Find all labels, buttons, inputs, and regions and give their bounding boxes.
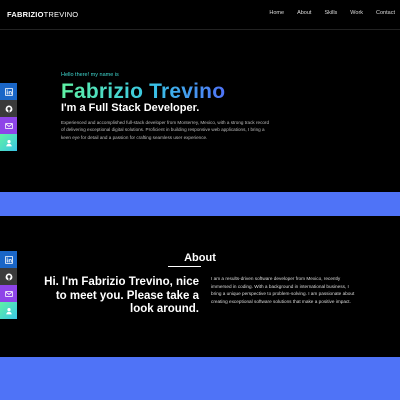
user-icon: [5, 139, 12, 146]
linkedin-icon: [4, 255, 13, 264]
about-section: About Hi. I'm Fabrizio Trevino, nice to …: [0, 216, 400, 357]
mail-button[interactable]: [0, 117, 17, 134]
hero-name: Fabrizio Trevino: [61, 80, 226, 103]
nav-item-skills[interactable]: Skills: [324, 10, 337, 16]
brand-logo[interactable]: FABRIZIOTREVINO: [7, 10, 78, 19]
user-icon: [5, 307, 12, 314]
github-icon: [5, 273, 12, 280]
about-text: I am a results-driven software developer…: [211, 276, 355, 304]
navbar: FABRIZIOTREVINO Home About Skills Work C…: [0, 0, 400, 30]
nav-item-home[interactable]: Home: [269, 10, 284, 16]
nav-item-contact[interactable]: Contact: [376, 10, 395, 16]
hero-greeting: Hello there! my name is: [61, 72, 119, 78]
github-button[interactable]: [0, 268, 17, 285]
about-headline: Hi. I'm Fabrizio Trevino, nice to meet y…: [44, 276, 199, 316]
profile-button[interactable]: [0, 134, 17, 151]
social-sidebar-about: [0, 251, 17, 319]
nav-item-about[interactable]: About: [297, 10, 311, 16]
hero-role: I'm a Full Stack Developer.: [61, 102, 200, 114]
linkedin-button[interactable]: [0, 251, 17, 268]
nav-item-work[interactable]: Work: [350, 10, 363, 16]
mail-icon: [4, 290, 13, 297]
brand-first: FABRIZIO: [7, 10, 44, 19]
github-icon: [5, 105, 12, 112]
profile-button[interactable]: [0, 302, 17, 319]
about-title-underline: [168, 266, 201, 267]
hero-section: FABRIZIOTREVINO Home About Skills Work C…: [0, 0, 400, 192]
linkedin-icon: [4, 87, 13, 96]
hero-description: Experienced and accomplished full-stack …: [61, 120, 269, 140]
github-button[interactable]: [0, 100, 17, 117]
linkedin-button[interactable]: [0, 83, 17, 100]
about-title: About: [184, 252, 216, 264]
mail-icon: [4, 122, 13, 129]
brand-last: TREVINO: [43, 10, 79, 19]
mail-button[interactable]: [0, 285, 17, 302]
social-sidebar-hero: [0, 83, 17, 151]
nav-links: Home About Skills Work Contact: [269, 10, 395, 16]
